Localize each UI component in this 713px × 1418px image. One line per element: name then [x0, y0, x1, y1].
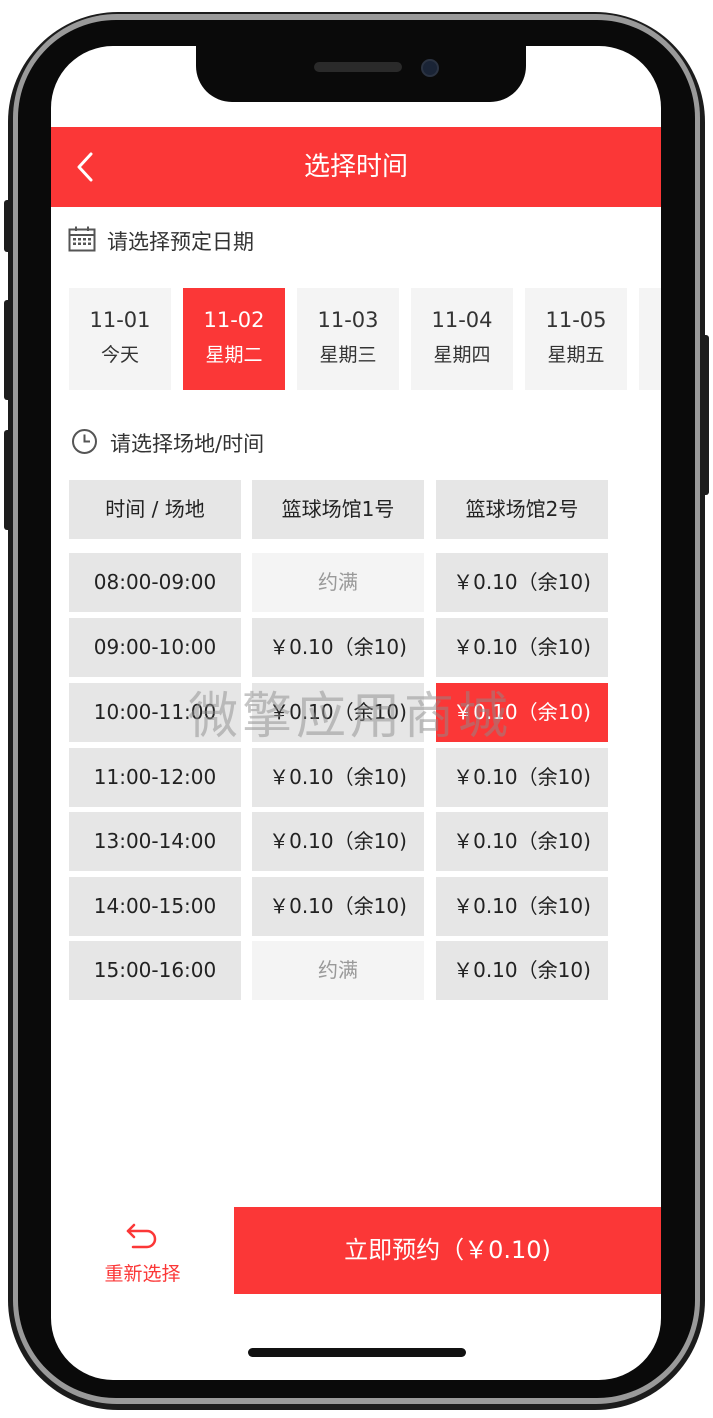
time-slot-label: 09:00-10:00: [69, 618, 241, 677]
slot-available[interactable]: ￥0.10（余10): [436, 748, 608, 807]
venue-section-label: 请选择场地/时间: [110, 432, 265, 456]
slot-available[interactable]: ￥0.10（余10): [252, 748, 424, 807]
date-card[interactable]: 11-01 今天: [69, 288, 171, 390]
date-card[interactable]: 11-05 星期五: [525, 288, 627, 390]
page-title: 选择时间: [303, 152, 408, 182]
date-card[interactable]: 11-03 星期三: [297, 288, 399, 390]
slot-available[interactable]: ￥0.10（余10): [252, 618, 424, 677]
date-card[interactable]: 11-04 星期四: [411, 288, 513, 390]
slot-available[interactable]: ￥0.10（余10): [436, 618, 608, 677]
date-card-selected[interactable]: 11-02 星期二: [183, 288, 285, 390]
home-indicator: [248, 1348, 466, 1357]
undo-arrow-icon: [126, 1223, 157, 1249]
speaker: [314, 62, 402, 72]
slot-available[interactable]: ￥0.10（余10): [436, 553, 608, 612]
time-slot-label: 15:00-16:00: [69, 941, 241, 1000]
slot-available[interactable]: ￥0.10（余10): [436, 812, 608, 871]
date-section-label: 请选择预定日期: [107, 230, 254, 254]
clock-icon: [72, 429, 97, 454]
reset-button[interactable]: 重新选择: [51, 1207, 234, 1294]
camera: [421, 59, 439, 77]
time-slot-label: 14:00-15:00: [69, 877, 241, 936]
slot-full: 约满: [252, 553, 424, 612]
calendar-icon: [68, 226, 96, 252]
time-slot-label: 08:00-09:00: [69, 553, 241, 612]
date-text: 11-05: [545, 308, 607, 332]
date-text: 11-01: [89, 308, 151, 332]
weekday-text: 今天: [100, 344, 139, 366]
weekday-text: 星期五: [547, 344, 605, 366]
notch: [196, 46, 526, 102]
mute-switch: [4, 200, 12, 252]
reset-label: 重新选择: [104, 1263, 181, 1285]
watermark: 微擎应用商城: [188, 687, 512, 745]
slot-available[interactable]: ￥0.10（余10): [436, 877, 608, 936]
slot-available[interactable]: ￥0.10（余10): [252, 877, 424, 936]
table-header-venue-1: 篮球场馆1号: [252, 480, 424, 539]
table-header-venue-2: 篮球场馆2号: [436, 480, 608, 539]
time-slot-label: 11:00-12:00: [69, 748, 241, 807]
slot-full: 约满: [252, 941, 424, 1000]
volume-up-button: [4, 300, 12, 400]
power-button: [701, 335, 709, 495]
weekday-text: 星期二: [205, 344, 263, 366]
slot-available[interactable]: ￥0.10（余10): [252, 812, 424, 871]
date-card-partial[interactable]: [639, 288, 661, 390]
weekday-text: 星期三: [319, 344, 377, 366]
date-text: 11-02: [203, 308, 265, 332]
nav-header: 选择时间: [51, 127, 661, 207]
table-header-time: 时间 / 场地: [69, 480, 241, 539]
date-text: 11-03: [317, 308, 379, 332]
time-slot-label: 13:00-14:00: [69, 812, 241, 871]
date-text: 11-04: [431, 308, 493, 332]
weekday-text: 星期四: [433, 344, 491, 366]
slot-available[interactable]: ￥0.10（余10): [436, 941, 608, 1000]
book-now-button[interactable]: 立即预约（￥0.10): [234, 1207, 661, 1294]
volume-down-button: [4, 430, 12, 530]
